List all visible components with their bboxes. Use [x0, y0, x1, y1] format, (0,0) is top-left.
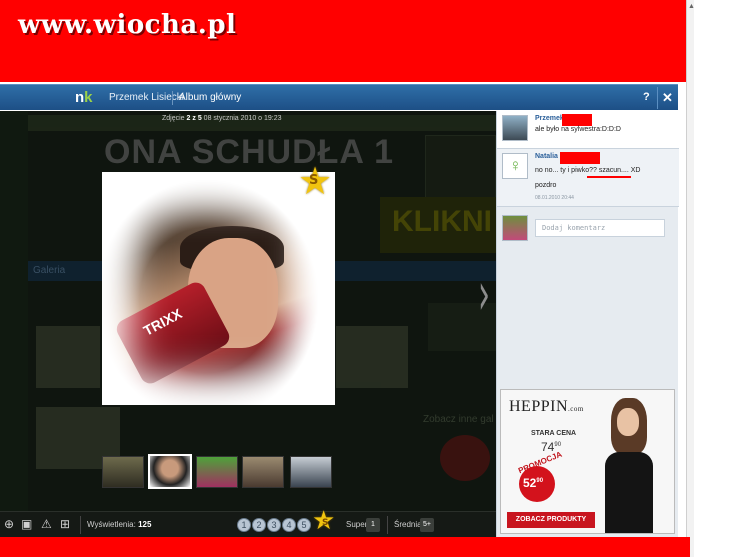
logo-letter-n: n — [75, 89, 85, 106]
nk-header-bar: nk Przemek Lisiecki Album główny ? ✕ — [0, 84, 678, 110]
thumbnail[interactable] — [102, 456, 144, 488]
watermark-text: www.wiocha.pl — [18, 10, 237, 40]
nk-logo[interactable]: nk — [75, 89, 93, 106]
comment-input[interactable]: Dodaj komentarz — [535, 219, 665, 237]
ad-model-image — [599, 398, 659, 533]
left-strip — [0, 111, 28, 511]
next-photo-arrow-icon[interactable]: › — [478, 259, 490, 329]
watermark-band-bottom — [0, 537, 690, 557]
background-thumb — [336, 326, 408, 388]
nav-divider — [172, 91, 173, 105]
comment-date: 08.01.2010 20:44 — [535, 195, 574, 201]
ad-brand-suffix: .com — [568, 405, 584, 413]
rating-star-1[interactable]: 1 — [237, 518, 251, 532]
rating-star-3[interactable]: 3 — [267, 518, 281, 532]
photo-info: Zdjęcie 2 z 5 08 stycznia 2010 o 19:23 — [162, 115, 282, 122]
avatar[interactable]: ♀ — [502, 153, 528, 179]
advertisement[interactable]: HEPPIN.com STARA CENA 7490 PROMOCJA 5290… — [500, 389, 675, 534]
avatar[interactable] — [502, 115, 528, 141]
main-photo[interactable]: TRIXX — [102, 172, 335, 405]
views-value: 125 — [138, 520, 152, 529]
ad-new-price-main: 52 — [523, 476, 537, 490]
ad-new-price-cents: 90 — [536, 478, 544, 484]
add-comment-row: Dodaj komentarz — [497, 207, 679, 243]
redaction-mark — [562, 114, 592, 126]
super-star-badge: ★ S — [288, 159, 342, 203]
photo-counter: 2 z 5 — [186, 115, 202, 122]
album-link[interactable]: Album główny — [179, 92, 241, 103]
ad-new-price: 5290 — [523, 476, 543, 490]
scroll-up-icon[interactable]: ▲ — [688, 3, 695, 10]
toolbar-divider — [80, 516, 81, 534]
background-thumb — [36, 326, 100, 388]
super-star-letter: S — [322, 518, 329, 528]
rating-star-2[interactable]: 2 — [252, 518, 266, 532]
screenshot-frame: www.wiocha.pl ▲ nk Przemek Lisiecki Albu… — [0, 0, 744, 557]
rating-star-5[interactable]: 5 — [297, 518, 311, 532]
ad-brand-name: HEPPIN — [509, 398, 569, 415]
redaction-mark — [560, 152, 600, 164]
warning-icon[interactable]: ⚠ — [41, 517, 52, 531]
comment-text: ale było na sylwestra:D:D:D — [535, 126, 621, 133]
photo-vignette — [102, 172, 335, 405]
comment: Przemek ale było na sylwestra:D:D:D — [497, 111, 679, 149]
browser-scrollbar[interactable]: ▲ — [686, 0, 695, 557]
add-photo-icon[interactable]: ⊞ — [60, 517, 70, 531]
ad-old-price-cents: 90 — [554, 442, 562, 448]
thumbnail[interactable] — [290, 456, 332, 488]
average-value: 5+ — [420, 518, 434, 532]
background-banner-text: KLIKNI — [392, 205, 492, 238]
photo-counter-label: Zdjęcie — [162, 115, 185, 122]
super-count: 1 — [366, 518, 380, 532]
comment-author[interactable]: Przemek — [535, 115, 564, 122]
comment-author[interactable]: Natalia — [535, 153, 558, 160]
help-button[interactable]: ? — [643, 91, 650, 103]
photo-viewer-overlay: ONA SCHUDŁA 1 KLIKNI Galeria Zobacz inne… — [0, 111, 496, 511]
ad-model-dress — [605, 452, 653, 533]
watermark-band: www.wiocha.pl — [0, 0, 686, 82]
background-side-heading: Zobacz inne gal — [423, 414, 494, 425]
close-button[interactable]: ✕ — [657, 87, 677, 109]
logo-letter-k: k — [84, 89, 93, 106]
super-label: Super — [346, 520, 368, 529]
highlight-underline — [587, 176, 631, 178]
toolbar-divider — [387, 516, 388, 534]
default-avatar-icon: ♀ — [509, 156, 522, 175]
comment-text-line2: pozdro — [535, 182, 557, 189]
views-label: Wyświetlenia: — [87, 520, 136, 529]
comment-text: no no... ty i piwko?? szacun.... XD — [535, 167, 641, 174]
thumbnail[interactable] — [242, 456, 284, 488]
photo-toolbar: ⊕ ▣ ⚠ ⊞ Wyświetlenia: 125 1 2 3 4 5 ★ S … — [0, 506, 496, 537]
rating-star-4[interactable]: 4 — [282, 518, 296, 532]
ad-brand: HEPPIN.com — [509, 398, 584, 416]
star-letter: S — [309, 173, 319, 188]
zoom-icon[interactable]: ⊕ — [4, 517, 14, 531]
ad-model-face — [617, 408, 639, 436]
avatar — [502, 215, 528, 241]
ad-cta-button[interactable]: ZOBACZ PRODUKTY — [507, 512, 595, 528]
thumbnail-active[interactable] — [148, 454, 192, 489]
background-headline: ONA SCHUDŁA 1 — [104, 133, 395, 171]
comment: ♀ Natalia no no... ty i piwko?? szacun..… — [497, 149, 679, 207]
thumbnail[interactable] — [196, 456, 238, 488]
background-gallery-tab: Galeria — [33, 265, 66, 276]
ad-old-price-label: STARA CENA — [531, 430, 577, 437]
views-counter: Wyświetlenia: 125 — [87, 520, 151, 529]
background-heart-image — [440, 435, 490, 481]
photo-date: 08 stycznia 2010 o 19:23 — [203, 115, 282, 122]
crop-icon[interactable]: ▣ — [21, 517, 32, 531]
